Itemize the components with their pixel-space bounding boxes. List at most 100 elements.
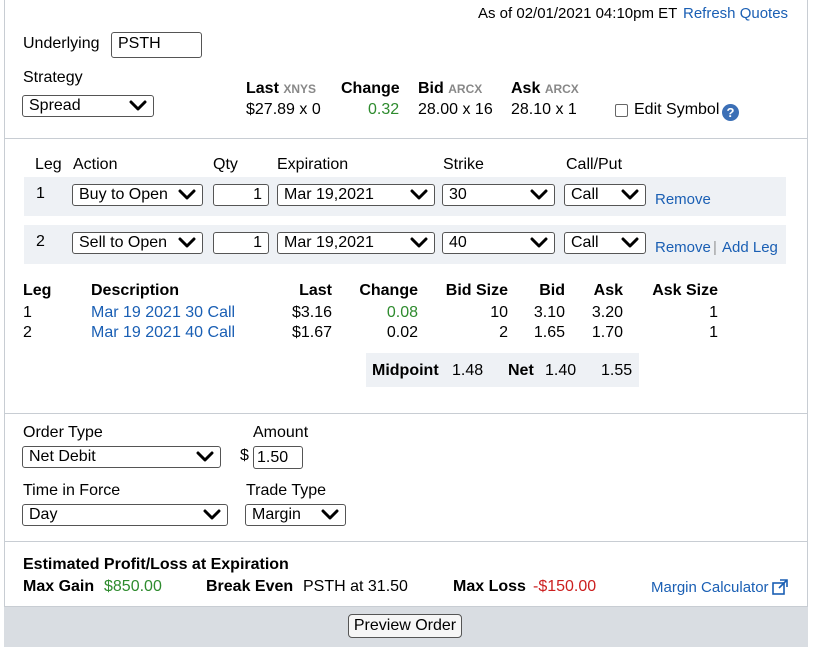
chevron-down-icon [530,237,548,248]
help-icon[interactable]: ? [722,104,739,121]
leg-strike-select[interactable]: 40 [442,232,555,254]
time-in-force-select[interactable]: Day [22,504,228,526]
quote-last: $3.16 [291,304,332,321]
quote-ask: 1.70 [591,324,623,341]
midpoint-label: Midpoint [372,362,439,379]
leg-expiration-value: Mar 19,2021 [284,186,374,203]
divider [4,541,808,542]
underlying-input[interactable]: PSTH [111,32,202,58]
leg-strike-value: 40 [449,234,467,251]
chevron-down-icon [203,509,221,520]
quote-bid-size: 10 [490,304,508,321]
leg-action-select[interactable]: Sell to Open [72,232,203,254]
leg-call-put-value: Call [571,186,599,203]
edit-symbol-label[interactable]: Edit Symbol [634,101,719,119]
quote-leg: 1 [23,304,32,321]
leg-number: 2 [36,233,45,250]
edit-symbol-checkbox[interactable] [615,104,628,117]
quote-last: $1.67 [291,324,332,341]
divider [4,138,808,139]
chevron-down-icon [129,100,147,111]
quote-description-link[interactable]: Mar 19 2021 30 Call [91,304,235,322]
amount-label: Amount [253,424,309,441]
quote-bid-size: 2 [499,324,508,341]
quote-bid-value: 28.00 x 16 [418,101,493,118]
quotes-header-bid-size: Bid Size [445,282,508,299]
trade-type-value: Margin [252,506,301,523]
chevron-down-icon [178,189,196,200]
trade-type-select[interactable]: Margin [245,504,346,526]
trade-type-label: Trade Type [246,482,327,499]
divider [4,413,808,414]
quote-last-label: Last [246,80,279,97]
quote-ask-value: 28.10 x 1 [511,101,577,118]
net-label: Net [508,362,534,379]
quotes-header-last: Last [299,282,332,299]
quotes-header-leg: Leg [23,282,52,299]
quotes-header-bid: Bid [539,282,565,299]
quotes-header-description: Description [91,282,180,299]
order-type-select[interactable]: Net Debit [22,446,221,468]
leg-strike-select[interactable]: 30 [442,184,555,206]
quote-last-exchange: XNYS [283,82,317,96]
net-ask-value: 1.55 [601,362,633,379]
quote-change-value: 0.32 [368,101,400,118]
leg-qty-input[interactable]: 1 [213,184,269,206]
leg-qty-input[interactable]: 1 [213,232,269,254]
chevron-down-icon [178,237,196,248]
estimate-title: Estimated Profit/Loss at Expiration [23,556,289,573]
max-gain-label: Max Gain [23,578,95,595]
chevron-down-icon [530,189,548,200]
leg-action-value: Buy to Open [79,186,168,203]
max-gain-value: $850.00 [104,578,162,595]
order-type-value: Net Debit [29,448,96,465]
link-separator: | [713,239,717,256]
leg-action-value: Sell to Open [79,234,168,251]
quote-ask-exchange: ARCX [544,82,579,96]
leg-action-select[interactable]: Buy to Open [72,184,203,206]
quote-ask-label: Ask [511,80,541,97]
amount-input[interactable]: 1.50 [253,446,303,469]
chevron-down-icon [621,237,639,248]
refresh-quotes-link[interactable]: Refresh Quotes [683,5,788,22]
quote-bid-exchange: ARCX [448,82,483,96]
external-link-icon[interactable] [772,579,788,595]
legs-header-action: Action [73,156,118,173]
leg-call-put-value: Call [571,234,599,251]
remove-leg-link[interactable]: Remove [655,239,711,256]
quote-change-label: Change [341,80,400,97]
time-in-force-label: Time in Force [23,482,121,499]
quote-bid: 3.10 [533,304,565,321]
preview-order-button[interactable]: Preview Order [348,614,462,638]
quotes-header-ask-size: Ask Size [652,282,718,299]
margin-calculator-link[interactable]: Margin Calculator [651,579,769,596]
quote-last-value: $27.89 x 0 [246,101,321,118]
remove-leg-link[interactable]: Remove [655,191,711,208]
chevron-down-icon [196,451,214,462]
chevron-down-icon [321,509,339,520]
max-loss-label: Max Loss [453,578,526,595]
quote-change: 0.02 [386,324,418,341]
quote-bid-header: Bid ARCX [418,80,482,98]
quote-last-header: Last XNYS [246,80,316,98]
add-leg-link[interactable]: Add Leg [722,239,778,256]
as-of-timestamp: As of 02/01/2021 04:10pm ET [478,5,678,22]
quote-bid-label: Bid [418,80,444,97]
order-type-label: Order Type [23,424,103,441]
quote-ask-size: 1 [709,304,718,321]
leg-expiration-select[interactable]: Mar 19,2021 [277,184,435,206]
legs-header-expiration: Expiration [277,156,349,173]
quote-leg: 2 [23,324,32,341]
quote-change: 0.08 [386,304,418,321]
quote-ask: 3.20 [591,304,623,321]
leg-expiration-select[interactable]: Mar 19,2021 [277,232,435,254]
quote-description-link[interactable]: Mar 19 2021 40 Call [91,324,235,342]
chevron-down-icon [621,189,639,200]
strategy-select[interactable]: Spread [22,95,154,117]
leg-call-put-select[interactable]: Call [564,232,646,254]
leg-call-put-select[interactable]: Call [564,184,646,206]
break-even-label: Break Even [206,578,294,595]
legs-header-qty: Qty [213,156,238,173]
chevron-down-icon [410,189,428,200]
quote-bid: 1.65 [533,324,565,341]
